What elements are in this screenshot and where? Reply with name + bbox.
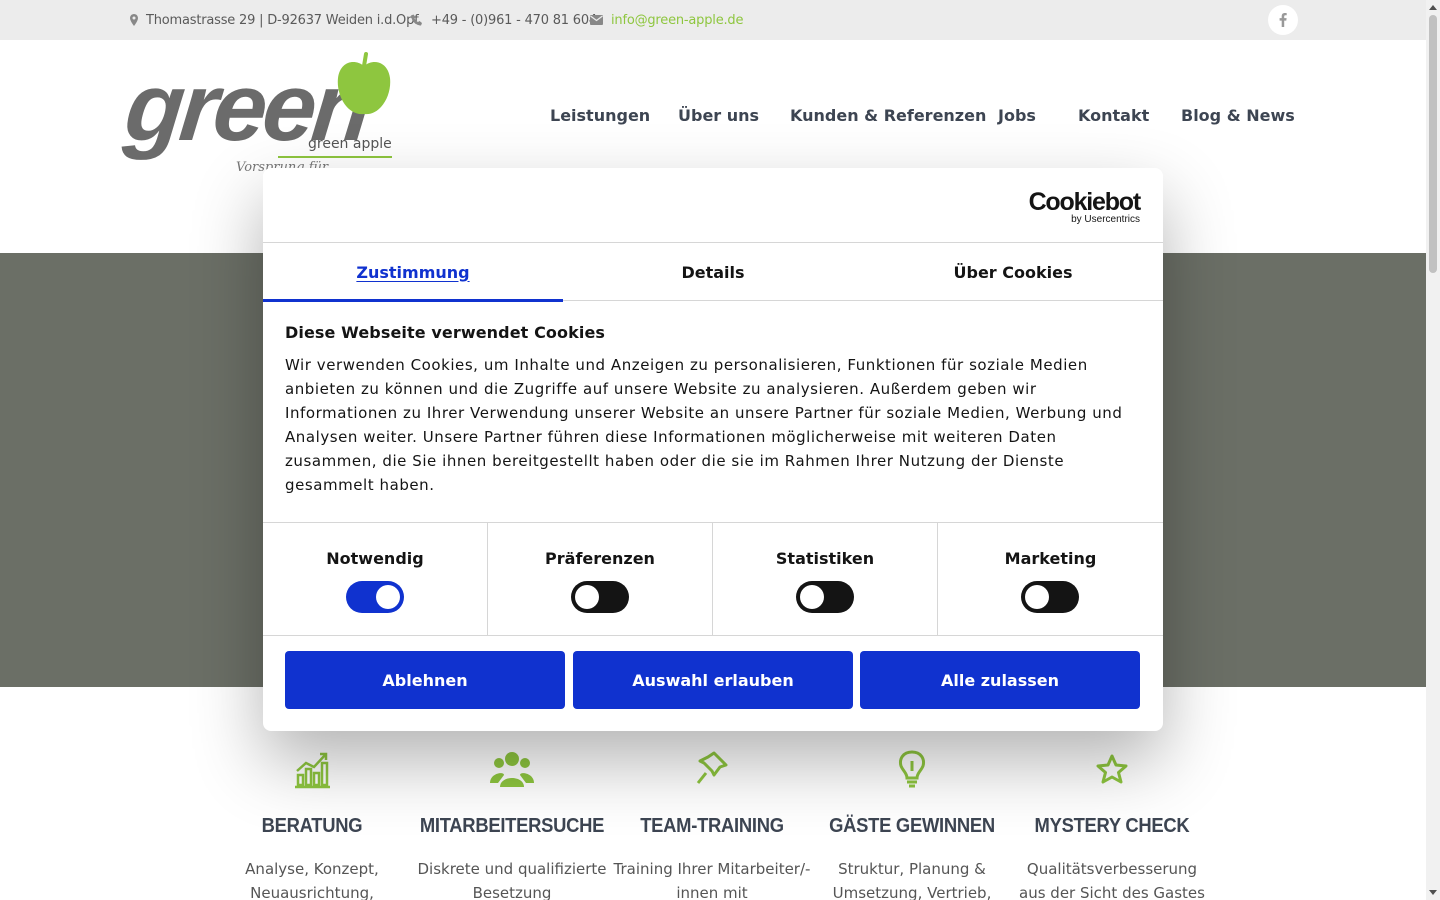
- toggle-group-statistiken: Statistiken: [713, 523, 938, 636]
- service-title: MYSTERY CHECK: [1034, 815, 1190, 837]
- nav-item-kontakt[interactable]: Kontakt: [1078, 106, 1149, 125]
- toggle-group-praeferenzen: Präferenzen: [488, 523, 713, 636]
- toggle-knob: [1025, 585, 1049, 609]
- nav-item-jobs[interactable]: Jobs: [998, 106, 1036, 125]
- apple-logo-icon: [337, 52, 391, 115]
- scroll-down-arrow-icon[interactable]: [1426, 885, 1440, 900]
- logo-brand-name: green apple: [308, 136, 392, 152]
- page-scrollbar[interactable]: [1426, 0, 1440, 900]
- email-link[interactable]: info@green-apple.de: [611, 13, 743, 28]
- map-marker-icon: [130, 14, 138, 26]
- nav-item-ueber-uns[interactable]: Über uns: [678, 106, 759, 125]
- cookiebot-brand-name: Cookiebot: [1028, 188, 1142, 216]
- envelope-icon: [590, 15, 603, 25]
- dialog-text: Wir verwenden Cookies, um Inhalte und An…: [285, 356, 1123, 494]
- address-text: Thomastrasse 29 | D-92637 Weiden i.d.Opf…: [146, 12, 422, 28]
- service-description: Training Ihrer Mitarbeiter/-innen mit: [613, 860, 811, 900]
- dialog-heading: Diese Webseite verwendet Cookies: [285, 323, 606, 342]
- decline-button[interactable]: Ablehnen: [285, 651, 565, 709]
- toggle-label: Präferenzen: [545, 549, 655, 568]
- nav-item-kunden-referenzen[interactable]: Kunden & Referenzen: [790, 106, 986, 125]
- service-title: BERATUNG: [261, 815, 363, 837]
- allow-all-button[interactable]: Alle zulassen: [860, 651, 1140, 709]
- toggle-switch-marketing[interactable]: [1021, 581, 1079, 613]
- consent-toggles: Notwendig Präferenzen Statistiken Market…: [263, 522, 1163, 636]
- service-description: Diskrete und qualifizierte Besetzung: [417, 860, 607, 900]
- facebook-button[interactable]: [1268, 5, 1298, 35]
- toggle-switch-praeferenzen[interactable]: [571, 581, 629, 613]
- chart-growth-icon: [212, 749, 412, 789]
- phone-icon: [411, 14, 422, 26]
- toggle-label: Marketing: [1004, 549, 1097, 568]
- email-item: info@green-apple.de: [590, 0, 743, 40]
- star-icon: [1012, 749, 1212, 789]
- tab-details[interactable]: Details: [563, 243, 863, 301]
- service-description: Struktur, Planung & Umsetzung, Vertrieb,: [832, 860, 992, 900]
- toggle-group-notwendig: Notwendig: [263, 523, 488, 636]
- facebook-icon: [1279, 13, 1287, 27]
- nav-item-leistungen[interactable]: Leistungen: [550, 106, 650, 125]
- dialog-tabs: Zustimmung Details Über Cookies: [263, 243, 1163, 302]
- toggle-label: Notwendig: [326, 549, 424, 568]
- dialog-header: Cookiebot by Usercentrics: [263, 168, 1163, 243]
- toggle-switch-statistiken[interactable]: [796, 581, 854, 613]
- cookie-consent-dialog: Cookiebot by Usercentrics Zustimmung Det…: [263, 168, 1163, 731]
- tab-zustimmung[interactable]: Zustimmung: [263, 243, 563, 302]
- toggle-group-marketing: Marketing: [938, 523, 1163, 636]
- toggle-knob: [376, 585, 400, 609]
- contact-bar: Thomastrasse 29 | D-92637 Weiden i.d.Opf…: [0, 0, 1426, 40]
- scrollbar-thumb[interactable]: [1429, 15, 1437, 273]
- service-description: Qualitätsverbesserung aus der Sicht des …: [1019, 860, 1205, 900]
- allow-selection-button[interactable]: Auswahl erlauben: [573, 651, 853, 709]
- service-title: GÄSTE GEWINNEN: [829, 815, 995, 837]
- toggle-label: Statistiken: [775, 549, 875, 568]
- site-logo[interactable]: green green apple Vorsprung für Gastgebe…: [120, 52, 396, 176]
- service-description: Analyse, Konzept, Neuausrichtung,: [245, 860, 379, 900]
- page: Thomastrasse 29 | D-92637 Weiden i.d.Opf…: [0, 0, 1440, 900]
- phone-text[interactable]: +49 - (0)961 - 470 81 604: [431, 13, 597, 28]
- dialog-actions: Ablehnen Auswahl erlauben Alle zulassen: [285, 651, 1141, 709]
- service-title: TEAM-TRAINING: [640, 815, 784, 837]
- cookiebot-logo[interactable]: Cookiebot by Usercentrics: [1028, 188, 1142, 226]
- address-item: Thomastrasse 29 | D-92637 Weiden i.d.Opf…: [130, 0, 422, 40]
- scroll-up-arrow-icon[interactable]: [1426, 0, 1440, 15]
- nav-item-blog-news[interactable]: Blog & News: [1181, 106, 1295, 125]
- toggle-knob: [800, 585, 824, 609]
- lightbulb-icon: [812, 749, 1012, 789]
- logo-divider: [278, 156, 392, 158]
- toggle-switch-notwendig[interactable]: [346, 581, 404, 613]
- group-users-icon: [412, 749, 612, 789]
- dialog-body: Diese Webseite verwendet Cookies Wir ver…: [285, 323, 1141, 497]
- tab-ueber-cookies[interactable]: Über Cookies: [863, 243, 1163, 301]
- service-title: MITARBEITERSUCHE: [419, 815, 605, 837]
- phone-item: +49 - (0)961 - 470 81 604: [411, 0, 597, 40]
- toggle-knob: [575, 585, 599, 609]
- pushpin-icon: [612, 749, 812, 789]
